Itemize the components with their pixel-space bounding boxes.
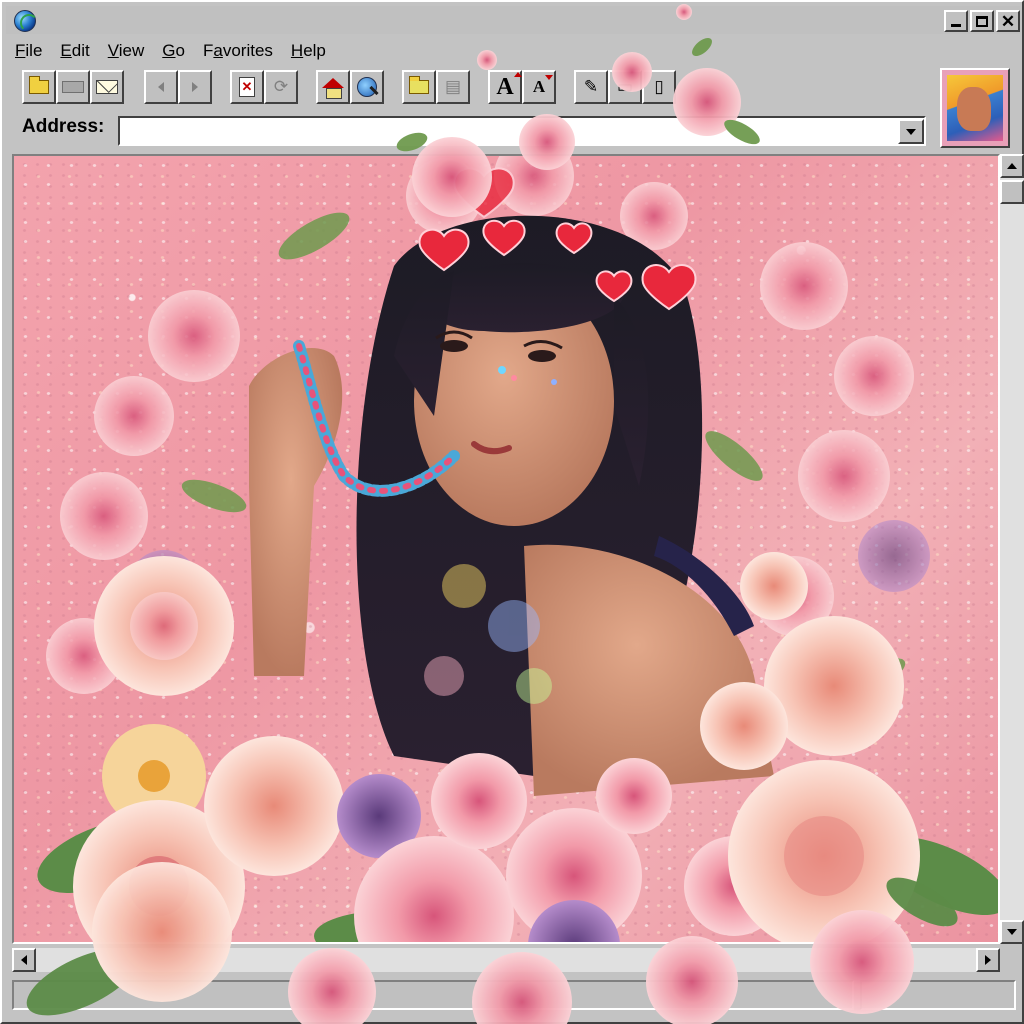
stop-icon: ✕ — [239, 77, 255, 97]
address-dropdown-button[interactable] — [898, 119, 924, 144]
maximize-button[interactable] — [970, 10, 994, 32]
search-button[interactable] — [350, 70, 384, 104]
menu-file[interactable]: File — [6, 41, 51, 61]
refresh-button[interactable]: ⟳ — [264, 70, 298, 104]
search-globe-icon — [357, 77, 377, 97]
collage-artwork — [37, 156, 998, 942]
pencil-icon: ✎ — [583, 77, 599, 96]
font-smaller-icon: A — [532, 75, 554, 96]
minimize-icon — [951, 24, 961, 27]
open-button[interactable] — [22, 70, 56, 104]
favorites-button[interactable] — [402, 70, 436, 104]
stop-button[interactable]: ✕ — [230, 70, 264, 104]
globe-icon[interactable] — [14, 10, 38, 32]
status-panel-main — [12, 980, 854, 1010]
chevron-left-icon — [21, 955, 27, 965]
chevron-down-icon — [906, 128, 916, 135]
menu-bar: File Edit View Go Favorites Help — [6, 38, 335, 64]
scroll-up-button[interactable] — [1000, 154, 1024, 178]
menu-edit[interactable]: Edit — [51, 41, 98, 61]
page-button[interactable]: ▯ — [642, 70, 676, 104]
forward-button[interactable] — [178, 70, 212, 104]
forward-arrow-icon — [192, 82, 198, 92]
print-button[interactable] — [56, 70, 90, 104]
scroll-right-button[interactable] — [976, 948, 1000, 972]
address-input[interactable] — [118, 116, 926, 146]
horizontal-scrollbar[interactable] — [12, 948, 1000, 972]
back-arrow-icon — [158, 82, 164, 92]
history-button[interactable]: ▤ — [436, 70, 470, 104]
vertical-scrollbar[interactable] — [1000, 154, 1024, 944]
minimize-button[interactable] — [944, 10, 968, 32]
title-bar: ✕ — [6, 6, 1020, 34]
folder-open-icon — [29, 76, 49, 94]
close-icon: ✕ — [1000, 11, 1016, 31]
options-icon: ▭ — [616, 77, 634, 96]
favorites-folder-icon — [409, 76, 429, 94]
page-icon: ▯ — [654, 77, 664, 96]
font-larger-icon: A — [496, 71, 523, 100]
history-icon: ▤ — [444, 77, 462, 96]
edit-button[interactable]: ✎ — [574, 70, 608, 104]
status-bar — [12, 980, 1016, 1014]
chevron-right-icon — [985, 955, 991, 965]
toolbar: ✕ ⟳ ▤ A A ✎ ▭ ▯ — [20, 70, 940, 106]
mail-button[interactable] — [90, 70, 124, 104]
thumbnail-image[interactable] — [940, 68, 1010, 148]
scroll-down-button[interactable] — [1000, 920, 1024, 944]
browser-window: ✕ File Edit View Go Favorites Help ✕ ⟳ ▤… — [0, 0, 1024, 1024]
vertical-scroll-thumb[interactable] — [1000, 180, 1024, 204]
font-larger-button[interactable]: A — [488, 70, 523, 104]
status-panel-zone — [860, 980, 1016, 1010]
font-smaller-button[interactable]: A — [522, 70, 556, 104]
scroll-left-button[interactable] — [12, 948, 36, 972]
thumbnail-picture — [947, 75, 1003, 141]
chevron-down-icon — [1007, 929, 1017, 935]
portrait-figure — [249, 215, 774, 796]
close-button[interactable]: ✕ — [996, 10, 1020, 32]
home-icon — [322, 78, 344, 99]
refresh-icon: ⟳ — [273, 77, 289, 96]
menu-help[interactable]: Help — [282, 41, 335, 61]
menu-go[interactable]: Go — [153, 41, 194, 61]
mail-icon — [96, 80, 118, 94]
back-button[interactable] — [144, 70, 178, 104]
options-button[interactable]: ▭ — [608, 70, 642, 104]
menu-favorites[interactable]: Favorites — [194, 41, 282, 61]
address-label: Address: — [22, 116, 105, 137]
home-button[interactable] — [316, 70, 350, 104]
maximize-icon — [976, 15, 988, 27]
page-content[interactable] — [12, 154, 1000, 944]
chevron-up-icon — [1007, 163, 1017, 169]
printer-icon — [62, 81, 84, 93]
menu-view[interactable]: View — [99, 41, 154, 61]
